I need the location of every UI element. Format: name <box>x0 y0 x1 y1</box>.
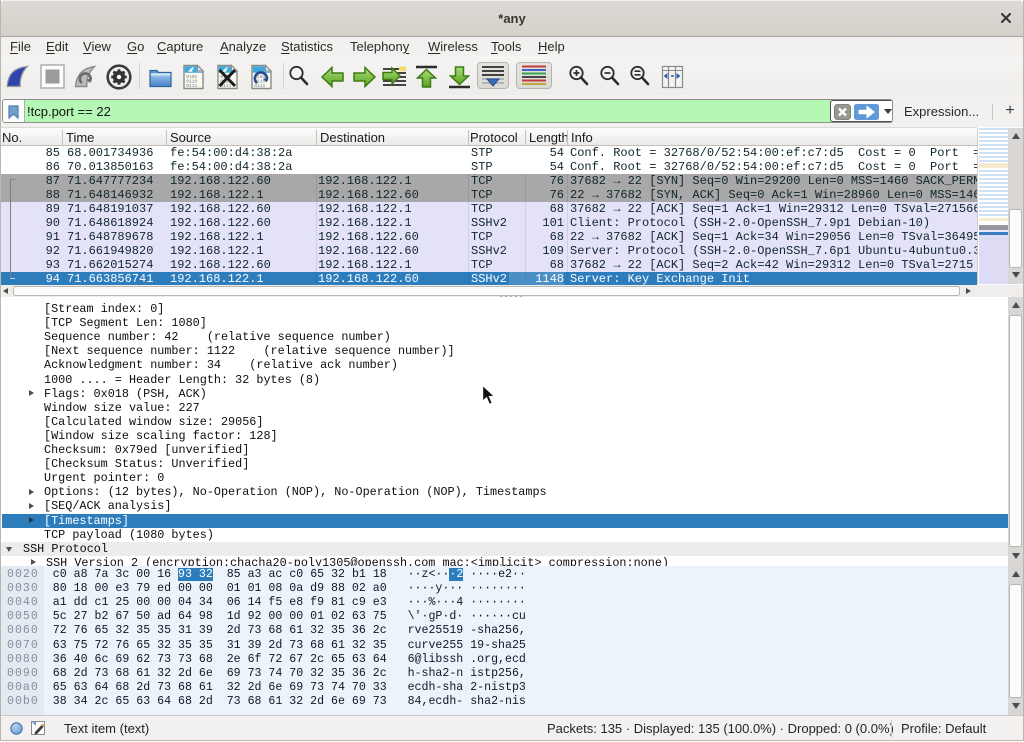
svg-text:0111: 0111 <box>254 83 265 89</box>
svg-text:0111: 0111 <box>186 83 197 89</box>
